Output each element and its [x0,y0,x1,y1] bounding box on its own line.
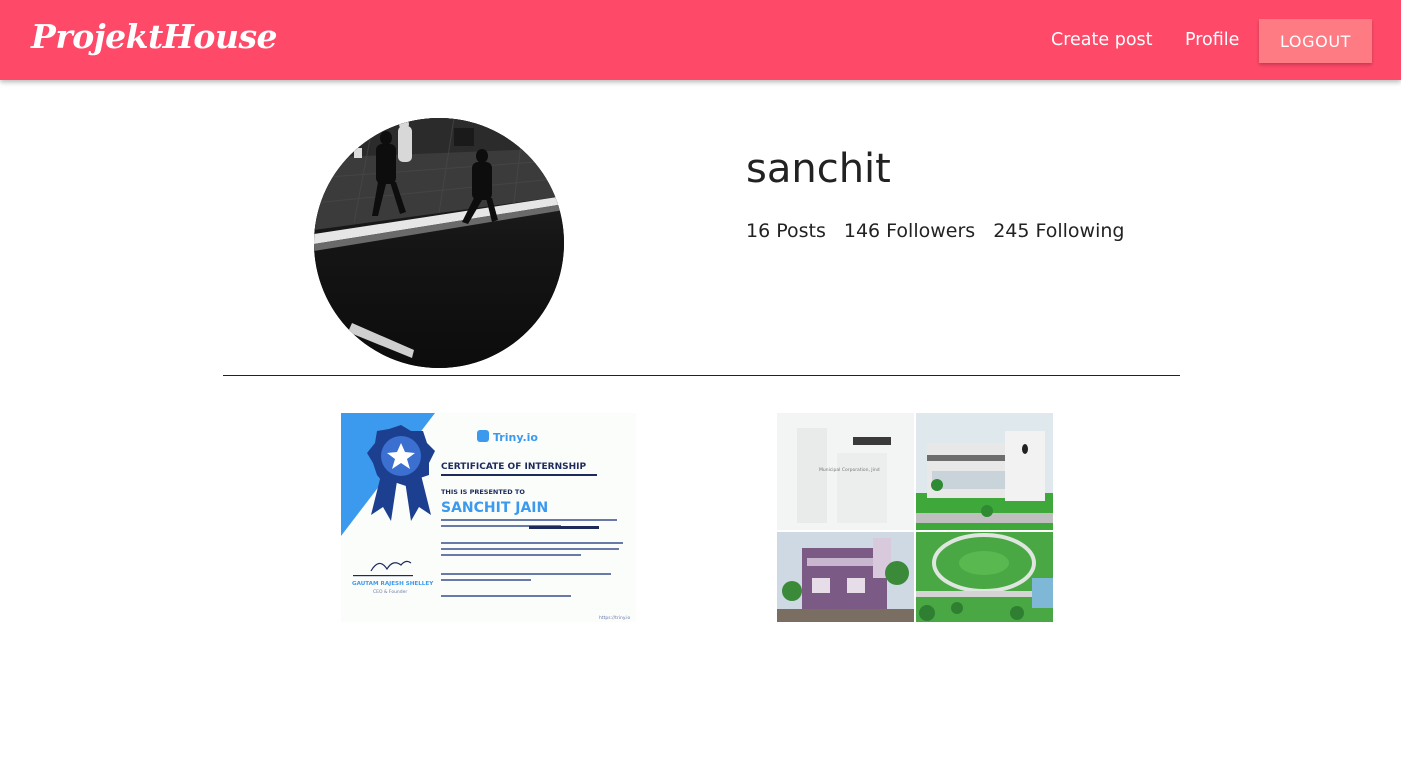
cert-title: CERTIFICATE OF INTERNSHIP [441,462,586,472]
section-divider [223,375,1180,376]
post-thumbnail-certificate[interactable]: Triny.io CERTIFICATE OF INTERNSHIP THIS … [341,413,636,622]
profile-username: sanchit [746,146,891,192]
followers-count[interactable]: 146 Followers [844,217,975,245]
arch-label: Municipal Corporation, Jind [819,467,880,473]
nav-profile[interactable]: Profile [1185,27,1239,53]
cert-signer-role: CEO & Founder [373,589,407,595]
post-thumbnail-architecture[interactable]: Municipal Corporation, Jind [777,413,1053,622]
following-count[interactable]: 245 Following [993,217,1124,245]
cert-presented: THIS IS PRESENTED TO [441,488,525,496]
cert-signer: GAUTAM RAJESH SHELLEY [352,581,434,587]
cert-brand: Triny.io [493,431,538,444]
brand-logo[interactable]: ProjektHouse [31,14,278,60]
logout-button[interactable]: LOGOUT [1259,19,1372,63]
cert-name: SANCHIT JAIN [441,500,548,516]
profile-stats: 16 Posts 146 Followers 245 Following [746,217,1124,245]
top-navbar: ProjektHouse Create post Profile LOGOUT [0,0,1401,80]
cert-url: https://triny.io [599,615,631,621]
nav-create-post[interactable]: Create post [1051,27,1153,53]
profile-avatar [314,118,564,368]
posts-count: 16 Posts [746,220,826,242]
